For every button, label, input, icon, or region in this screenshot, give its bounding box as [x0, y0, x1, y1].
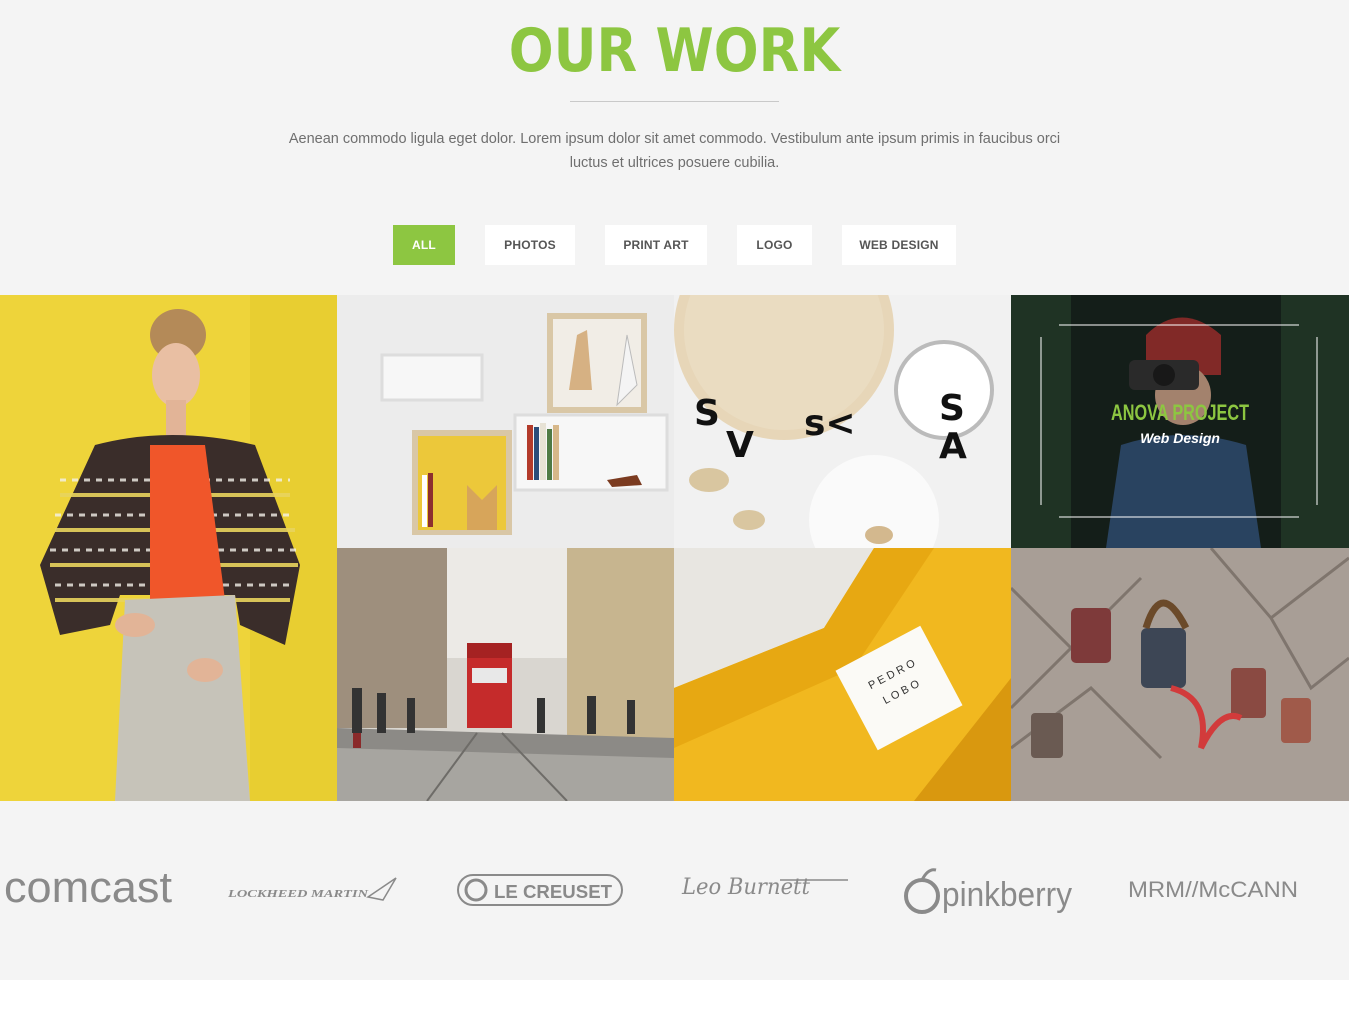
- svg-text:A: A: [939, 426, 967, 467]
- filter-photos[interactable]: PHOTOS: [485, 225, 575, 265]
- shelves-photo: [337, 295, 674, 548]
- portfolio-item-fashion[interactable]: [0, 295, 337, 801]
- padlocks-photo: [1011, 548, 1349, 801]
- client-logo-leo-burnett[interactable]: Leo Burnett: [680, 850, 850, 930]
- svg-text:V: V: [726, 425, 754, 466]
- filter-logo[interactable]: LOGO: [737, 225, 812, 265]
- client-lecreuset-text: LE CREUSET: [494, 882, 612, 902]
- portfolio-item-shelves[interactable]: [337, 295, 674, 548]
- filter-web-design[interactable]: WEB DESIGN: [842, 225, 956, 265]
- title-divider: [570, 101, 779, 102]
- section-title: OUR WORK: [508, 16, 841, 86]
- section-intro: Aenean commodo ligula eget dolor. Lorem …: [288, 131, 1061, 171]
- client-leoburnett-text: Leo Burnett: [681, 875, 810, 900]
- portfolio-item-padlocks[interactable]: [1011, 548, 1349, 801]
- portfolio-item-anova-project[interactable]: ANOVA PROJECT Web Design: [1011, 295, 1349, 548]
- our-work-section: OUR WORK Aenean commodo ligula eget dolo…: [0, 0, 1349, 980]
- filter-all[interactable]: ALL: [393, 225, 455, 265]
- street-photo: [337, 548, 674, 801]
- client-mrm-text: MRM//McCANN: [1128, 877, 1298, 902]
- client-logo-lockheed-martin[interactable]: LOCKHEED MARTIN: [228, 850, 400, 930]
- print-art-photo: S V s< S A: [674, 295, 1011, 548]
- fabric-label-photo: P E D R O L O B O: [674, 548, 1011, 801]
- portfolio-item-print-art[interactable]: S V s< S A: [674, 295, 1011, 548]
- clients-logos: comcast LOCKHEED MARTIN LE CREUSET Leo B…: [0, 850, 1349, 930]
- client-logo-le-creuset[interactable]: LE CREUSET: [456, 850, 624, 930]
- client-logo-pinkberry[interactable]: pinkberry: [904, 850, 1074, 930]
- client-comcast-text: comcast: [4, 863, 172, 912]
- featured-subtitle: Web Design: [1140, 430, 1220, 446]
- svg-text:s<: s<: [804, 403, 856, 444]
- svg-text:S: S: [939, 388, 965, 429]
- portfolio-item-fabric-label[interactable]: P E D R O L O B O: [674, 548, 1011, 801]
- client-logo-comcast[interactable]: comcast: [4, 850, 176, 930]
- fashion-photo: [0, 295, 337, 801]
- svg-text:S: S: [694, 393, 720, 434]
- anova-project-photo: ANOVA PROJECT Web Design: [1011, 295, 1349, 548]
- portfolio-item-street[interactable]: [337, 548, 674, 801]
- featured-title: ANOVA PROJECT: [1111, 400, 1249, 425]
- portfolio-grid: S V s< S A ANOVA PROJECT Web Design P E …: [0, 295, 1349, 801]
- filter-print-art[interactable]: PRINT ART: [605, 225, 707, 265]
- portfolio-filters: ALL PHOTOS PRINT ART LOGO WEB DESIGN: [0, 225, 1349, 265]
- client-pinkberry-text: pinkberry: [942, 876, 1072, 914]
- client-logo-mrm-mccann[interactable]: MRM//McCANN: [1128, 850, 1300, 930]
- client-lockheed-text: LOCKHEED MARTIN: [228, 889, 369, 900]
